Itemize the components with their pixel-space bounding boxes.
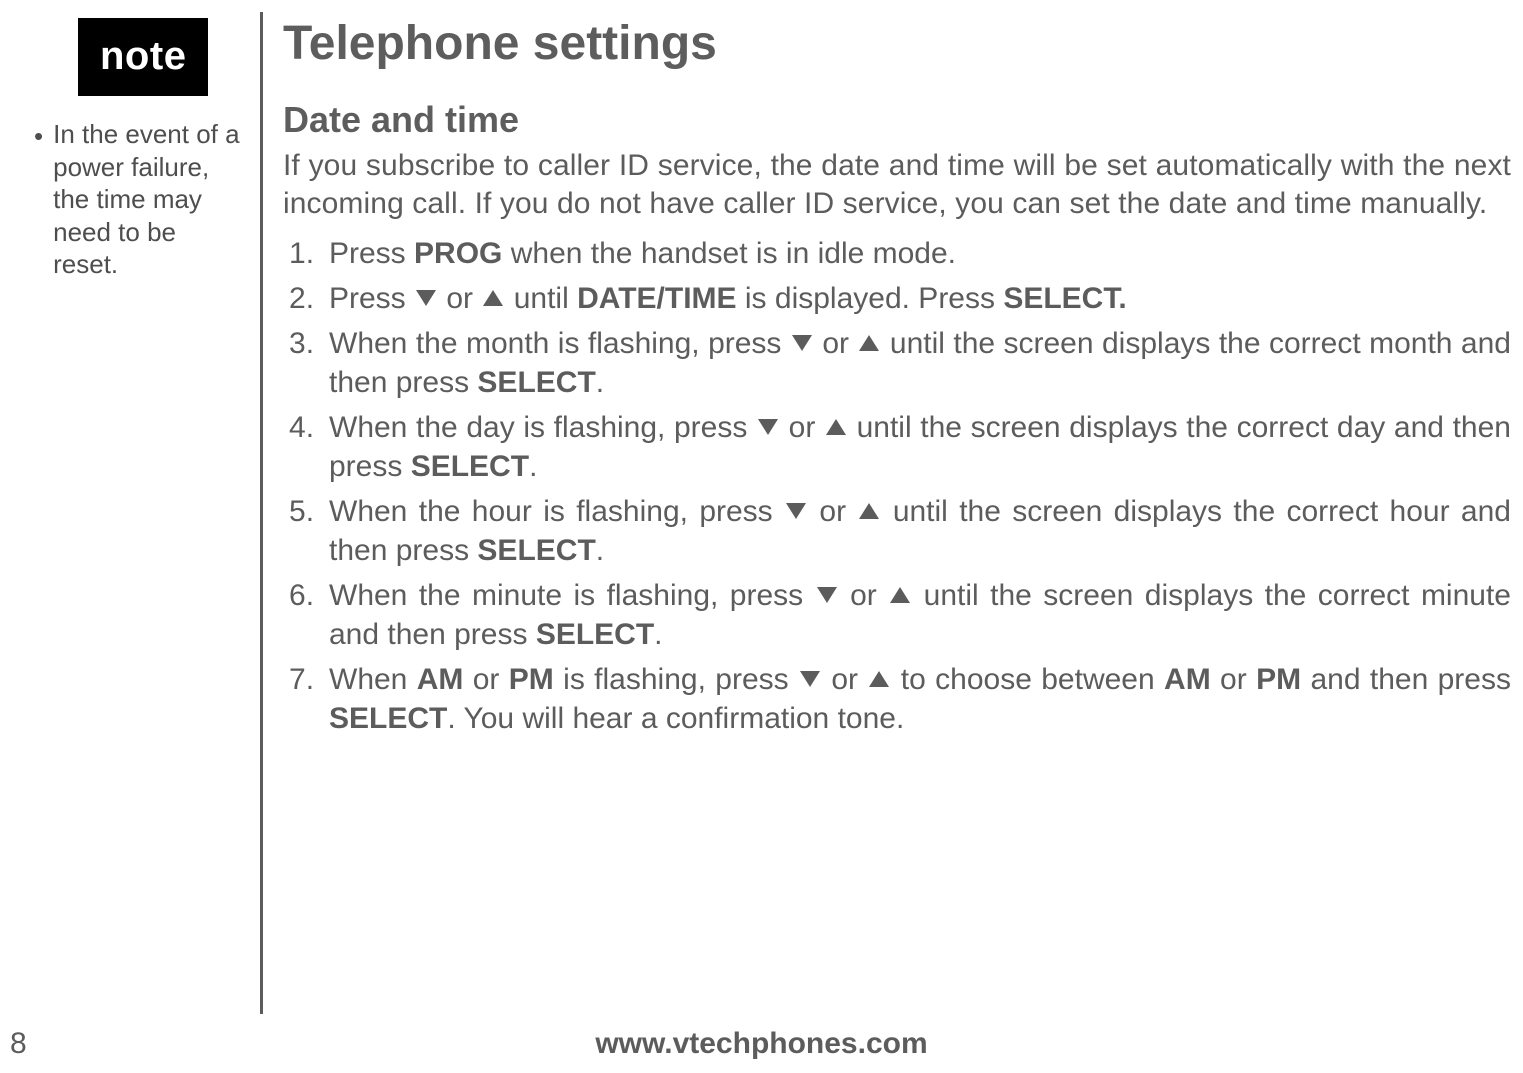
- step-text: or: [808, 495, 857, 528]
- main-content: Telephone settings Date and time If you …: [277, 12, 1515, 1018]
- kw-prog: PROG: [414, 237, 502, 270]
- step-text: Press: [329, 237, 414, 270]
- kw-select: SELECT: [329, 702, 447, 735]
- page-footer: 8 www.vtechphones.com: [0, 1021, 1523, 1065]
- note-list: • In the event of a power failure, the t…: [34, 118, 242, 281]
- step-text: or: [780, 411, 824, 444]
- down-arrow-icon: [416, 290, 436, 306]
- step-text: or: [814, 327, 858, 360]
- up-arrow-icon: [859, 503, 879, 519]
- down-arrow-icon: [786, 503, 806, 519]
- step-text: to choose between: [891, 663, 1164, 696]
- down-arrow-icon: [758, 419, 778, 435]
- step-text: and then press: [1301, 663, 1511, 696]
- steps-list: Press PROG when the handset is in idle m…: [283, 234, 1511, 738]
- step-text: When the minute is flashing, press: [329, 579, 815, 612]
- step-text: or: [822, 663, 867, 696]
- bullet-icon: •: [34, 118, 43, 281]
- step-item: When the minute is flashing, press or un…: [283, 576, 1511, 654]
- step-item: Press PROG when the handset is in idle m…: [283, 234, 1511, 273]
- step-text: . You will hear a confirmation tone.: [447, 702, 904, 735]
- up-arrow-icon: [483, 290, 503, 306]
- kw-datetime: DATE/TIME: [577, 282, 736, 315]
- step-text: When: [329, 663, 417, 696]
- up-arrow-icon: [826, 419, 846, 435]
- step-text: or: [839, 579, 889, 612]
- kw-select: SELECT.: [1003, 282, 1126, 315]
- down-arrow-icon: [792, 335, 812, 351]
- up-arrow-icon: [890, 587, 910, 603]
- step-text: When the day is flashing, press: [329, 411, 756, 444]
- step-item: Press or until DATE/TIME is displayed. P…: [283, 279, 1511, 318]
- kw-select: SELECT: [477, 366, 595, 399]
- kw-am: AM: [417, 663, 464, 696]
- vertical-divider: [260, 12, 263, 1014]
- kw-select: SELECT: [536, 618, 654, 651]
- section-title: Date and time: [283, 99, 1511, 141]
- note-tag: note: [78, 18, 208, 96]
- step-text: when the handset is in idle mode.: [502, 237, 956, 270]
- step-text: or: [463, 663, 508, 696]
- step-text: or: [1211, 663, 1256, 696]
- step-item: When the day is flashing, press or until…: [283, 408, 1511, 486]
- note-text: In the event of a power failure, the tim…: [53, 118, 242, 281]
- step-text: When the hour is flashing, press: [329, 495, 784, 528]
- kw-pm: PM: [509, 663, 554, 696]
- down-arrow-icon: [817, 587, 837, 603]
- note-item: • In the event of a power failure, the t…: [34, 118, 242, 281]
- kw-pm: PM: [1256, 663, 1301, 696]
- step-item: When the month is flashing, press or unt…: [283, 324, 1511, 402]
- intro-paragraph: If you subscribe to caller ID service, t…: [283, 147, 1511, 224]
- page-body: note • In the event of a power failure, …: [0, 0, 1523, 1018]
- step-text: is displayed. Press: [737, 282, 1004, 315]
- page-title: Telephone settings: [283, 16, 1511, 71]
- step-item: When the hour is flashing, press or unti…: [283, 492, 1511, 570]
- kw-select: SELECT: [411, 450, 529, 483]
- step-text: or: [438, 282, 481, 315]
- down-arrow-icon: [800, 671, 820, 687]
- up-arrow-icon: [859, 335, 879, 351]
- step-text: is flashing, press: [554, 663, 798, 696]
- step-item: When AM or PM is flashing, press or to c…: [283, 660, 1511, 738]
- step-text: until: [505, 282, 577, 315]
- step-text: Press: [329, 282, 414, 315]
- kw-select: SELECT: [477, 534, 595, 567]
- sidebar: note • In the event of a power failure, …: [8, 12, 252, 1018]
- footer-url: www.vtechphones.com: [0, 1027, 1523, 1061]
- up-arrow-icon: [869, 671, 889, 687]
- step-text: When the month is flashing, press: [329, 327, 790, 360]
- kw-am: AM: [1164, 663, 1211, 696]
